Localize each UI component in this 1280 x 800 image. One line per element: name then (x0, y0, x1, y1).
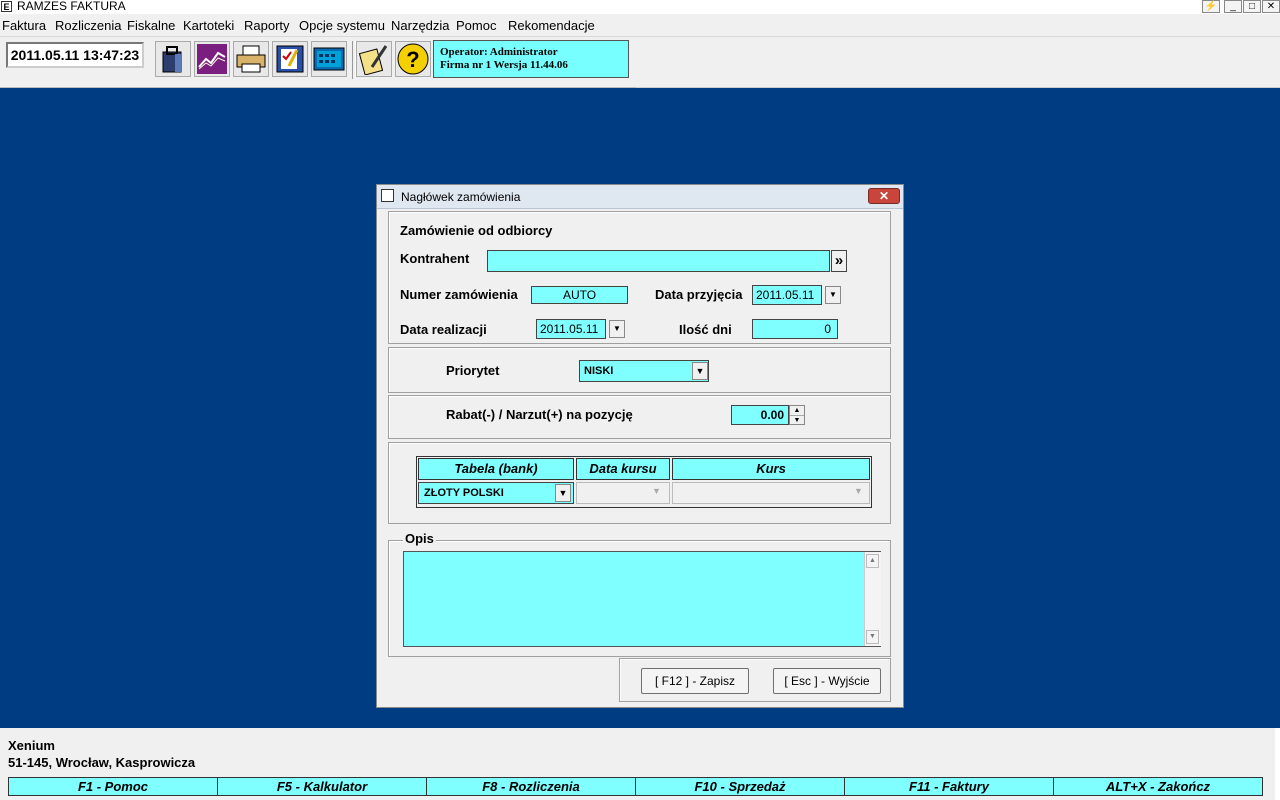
printer-button[interactable] (233, 41, 269, 77)
rabat-input[interactable]: 0.00 (731, 405, 789, 425)
company-address: 51-145, Wrocław, Kasprowicza (8, 755, 196, 770)
description-frame: Opis ▲ ▼ (388, 531, 891, 657)
fkey-altx-exit[interactable]: ALT+X - Zakończ (1053, 777, 1263, 796)
save-button[interactable]: [ F12 ] - Zapisz (641, 668, 749, 694)
kontrahent-lookup-button[interactable]: » (831, 250, 847, 272)
spin-up-icon[interactable]: ▲ (790, 406, 804, 416)
spin-down-icon[interactable]: ▼ (790, 416, 804, 425)
menu-pomoc[interactable]: Pomoc (456, 18, 496, 33)
menu-rozliczenia[interactable]: Rozliczenia (55, 18, 121, 33)
app-icon: E (1, 1, 12, 12)
menu-rekomendacje[interactable]: Rekomendacje (508, 18, 595, 33)
operator-line: Operator: Administrator (440, 46, 558, 58)
discount-frame: Rabat(-) / Narzut(+) na pozycję 0.00 ▲ ▼ (388, 395, 891, 439)
svg-text:?: ? (406, 47, 419, 72)
kontrahent-label: Kontrahent (400, 251, 470, 266)
notebook-pencil-icon (358, 45, 388, 75)
opis-textarea[interactable] (403, 551, 881, 647)
shopping-bag-button[interactable] (155, 41, 191, 77)
data-realizacji-dropdown-button[interactable]: ▼ (609, 320, 625, 338)
grid-header-kurs[interactable]: Kurs (672, 458, 870, 480)
data-realizacji-label: Data realizacji (400, 322, 487, 337)
currency-frame: Tabela (bank) Data kursu Kurs ZŁOTY POLS… (388, 442, 891, 524)
datetime-display: 2011.05.11 13:47:23 (6, 42, 144, 68)
firm-version-line: Firma nr 1 Wersja 11.44.06 (440, 59, 568, 71)
window-title-bar: E RAMZES FAKTURA ⚡ _ □ ✕ (0, 0, 1280, 14)
priorytet-label: Priorytet (446, 363, 500, 378)
function-keys-bar: F1 - Pomoc F5 - Kalkulator F8 - Rozlicze… (8, 777, 1264, 796)
scroll-up-icon[interactable]: ▲ (866, 554, 879, 568)
kurs-dropdown-icon: ▼ (854, 486, 863, 496)
company-info: Xenium 51-145, Wrocław, Kasprowicza (8, 737, 195, 771)
grid-header-data-kursu[interactable]: Data kursu (576, 458, 670, 480)
dialog-title: Nagłówek zamówienia (401, 190, 521, 204)
calculator-icon (313, 47, 345, 71)
app-flag-icon[interactable]: ⚡ (1202, 0, 1220, 13)
data-kursu-dropdown-icon: ▼ (652, 486, 661, 496)
calculator-button[interactable] (311, 41, 347, 77)
kurs-select (672, 482, 870, 504)
data-realizacji-input[interactable]: 2011.05.11 (536, 319, 606, 339)
kontrahent-input[interactable] (487, 250, 830, 272)
tabela-bank-select[interactable]: ZŁOTY POLSKI (418, 482, 574, 504)
dialog-close-button[interactable]: ✕ (868, 188, 900, 204)
status-edge (1275, 728, 1280, 800)
ilosc-dni-label: Ilość dni (679, 322, 732, 337)
exit-button[interactable]: [ Esc ] - Wyjście (773, 668, 881, 694)
data-przyjecia-input[interactable]: 2011.05.11 (752, 285, 822, 305)
numer-zamowienia-field: AUTO (531, 286, 628, 304)
help-icon: ? (397, 43, 429, 75)
status-bar: Xenium 51-145, Wrocław, Kasprowicza F1 -… (0, 728, 1280, 800)
toolbar-empty-area (636, 37, 1280, 88)
shopping-bag-icon (162, 46, 182, 73)
buttons-frame: [ F12 ] - Zapisz [ Esc ] - Wyjście (619, 658, 891, 702)
fkey-f10-sales[interactable]: F10 - Sprzedaż (635, 777, 845, 796)
data-przyjecia-dropdown-button[interactable]: ▼ (825, 286, 841, 304)
menu-bar: Faktura Rozliczenia Fiskalne Kartoteki R… (0, 14, 1280, 37)
company-name: Xenium (8, 738, 55, 753)
operator-info-panel: Operator: Administrator Firma nr 1 Wersj… (433, 40, 629, 78)
scroll-down-icon[interactable]: ▼ (866, 630, 879, 644)
priorytet-select[interactable]: NISKI (579, 360, 709, 382)
menu-kartoteki[interactable]: Kartoteki (183, 18, 234, 33)
window-title: RAMZES FAKTURA (17, 0, 126, 13)
rabat-label: Rabat(-) / Narzut(+) na pozycję (446, 407, 633, 422)
help-button[interactable]: ? (395, 41, 431, 77)
priority-frame: Priorytet NISKI ▼ (388, 347, 891, 393)
ilosc-dni-input[interactable]: 0 (752, 319, 838, 339)
maximize-button[interactable]: □ (1243, 0, 1261, 13)
dialog-title-bar: Nagłówek zamówienia ✕ (377, 185, 903, 209)
checklist-icon (276, 45, 304, 73)
order-header-dialog: Nagłówek zamówienia ✕ Zamówienie od odbi… (376, 184, 904, 708)
fkey-f1-help[interactable]: F1 - Pomoc (8, 777, 218, 796)
tabela-dropdown-button[interactable]: ▼ (555, 484, 571, 502)
chart-button[interactable] (194, 41, 230, 77)
priorytet-dropdown-button[interactable]: ▼ (692, 362, 708, 380)
notes-button[interactable] (356, 41, 392, 77)
dialog-icon (381, 189, 394, 202)
order-details-frame: Zamówienie od odbiorcy Kontrahent » Nume… (388, 211, 891, 344)
menu-opcje-systemu[interactable]: Opcje systemu (299, 18, 385, 33)
edit-document-button[interactable] (272, 41, 308, 77)
trend-chart-icon (197, 44, 227, 74)
menu-faktura[interactable]: Faktura (2, 18, 46, 33)
rabat-spinner[interactable]: ▲ ▼ (789, 405, 805, 425)
menu-narzedzia[interactable]: Narzędzia (391, 18, 450, 33)
toolbar: 2011.05.11 13:47:23 ? Operator: Administ… (0, 37, 637, 88)
close-window-button[interactable]: ✕ (1262, 0, 1280, 13)
data-przyjecia-label: Data przyjęcia (655, 287, 743, 302)
printer-icon (236, 45, 266, 73)
fkey-f5-calculator[interactable]: F5 - Kalkulator (217, 777, 427, 796)
opis-scrollbar[interactable]: ▲ ▼ (864, 552, 881, 646)
menu-fiskalne[interactable]: Fiskalne (127, 18, 175, 33)
grid-header-tabela[interactable]: Tabela (bank) (418, 458, 574, 480)
menu-raporty[interactable]: Raporty (244, 18, 290, 33)
fkey-f8-settlements[interactable]: F8 - Rozliczenia (426, 777, 636, 796)
section-title: Zamówienie od odbiorcy (400, 223, 553, 238)
numer-zamowienia-label: Numer zamówienia (400, 287, 518, 302)
minimize-button[interactable]: _ (1224, 0, 1242, 13)
opis-label: Opis (403, 531, 436, 546)
fkey-f11-invoices[interactable]: F11 - Faktury (844, 777, 1054, 796)
